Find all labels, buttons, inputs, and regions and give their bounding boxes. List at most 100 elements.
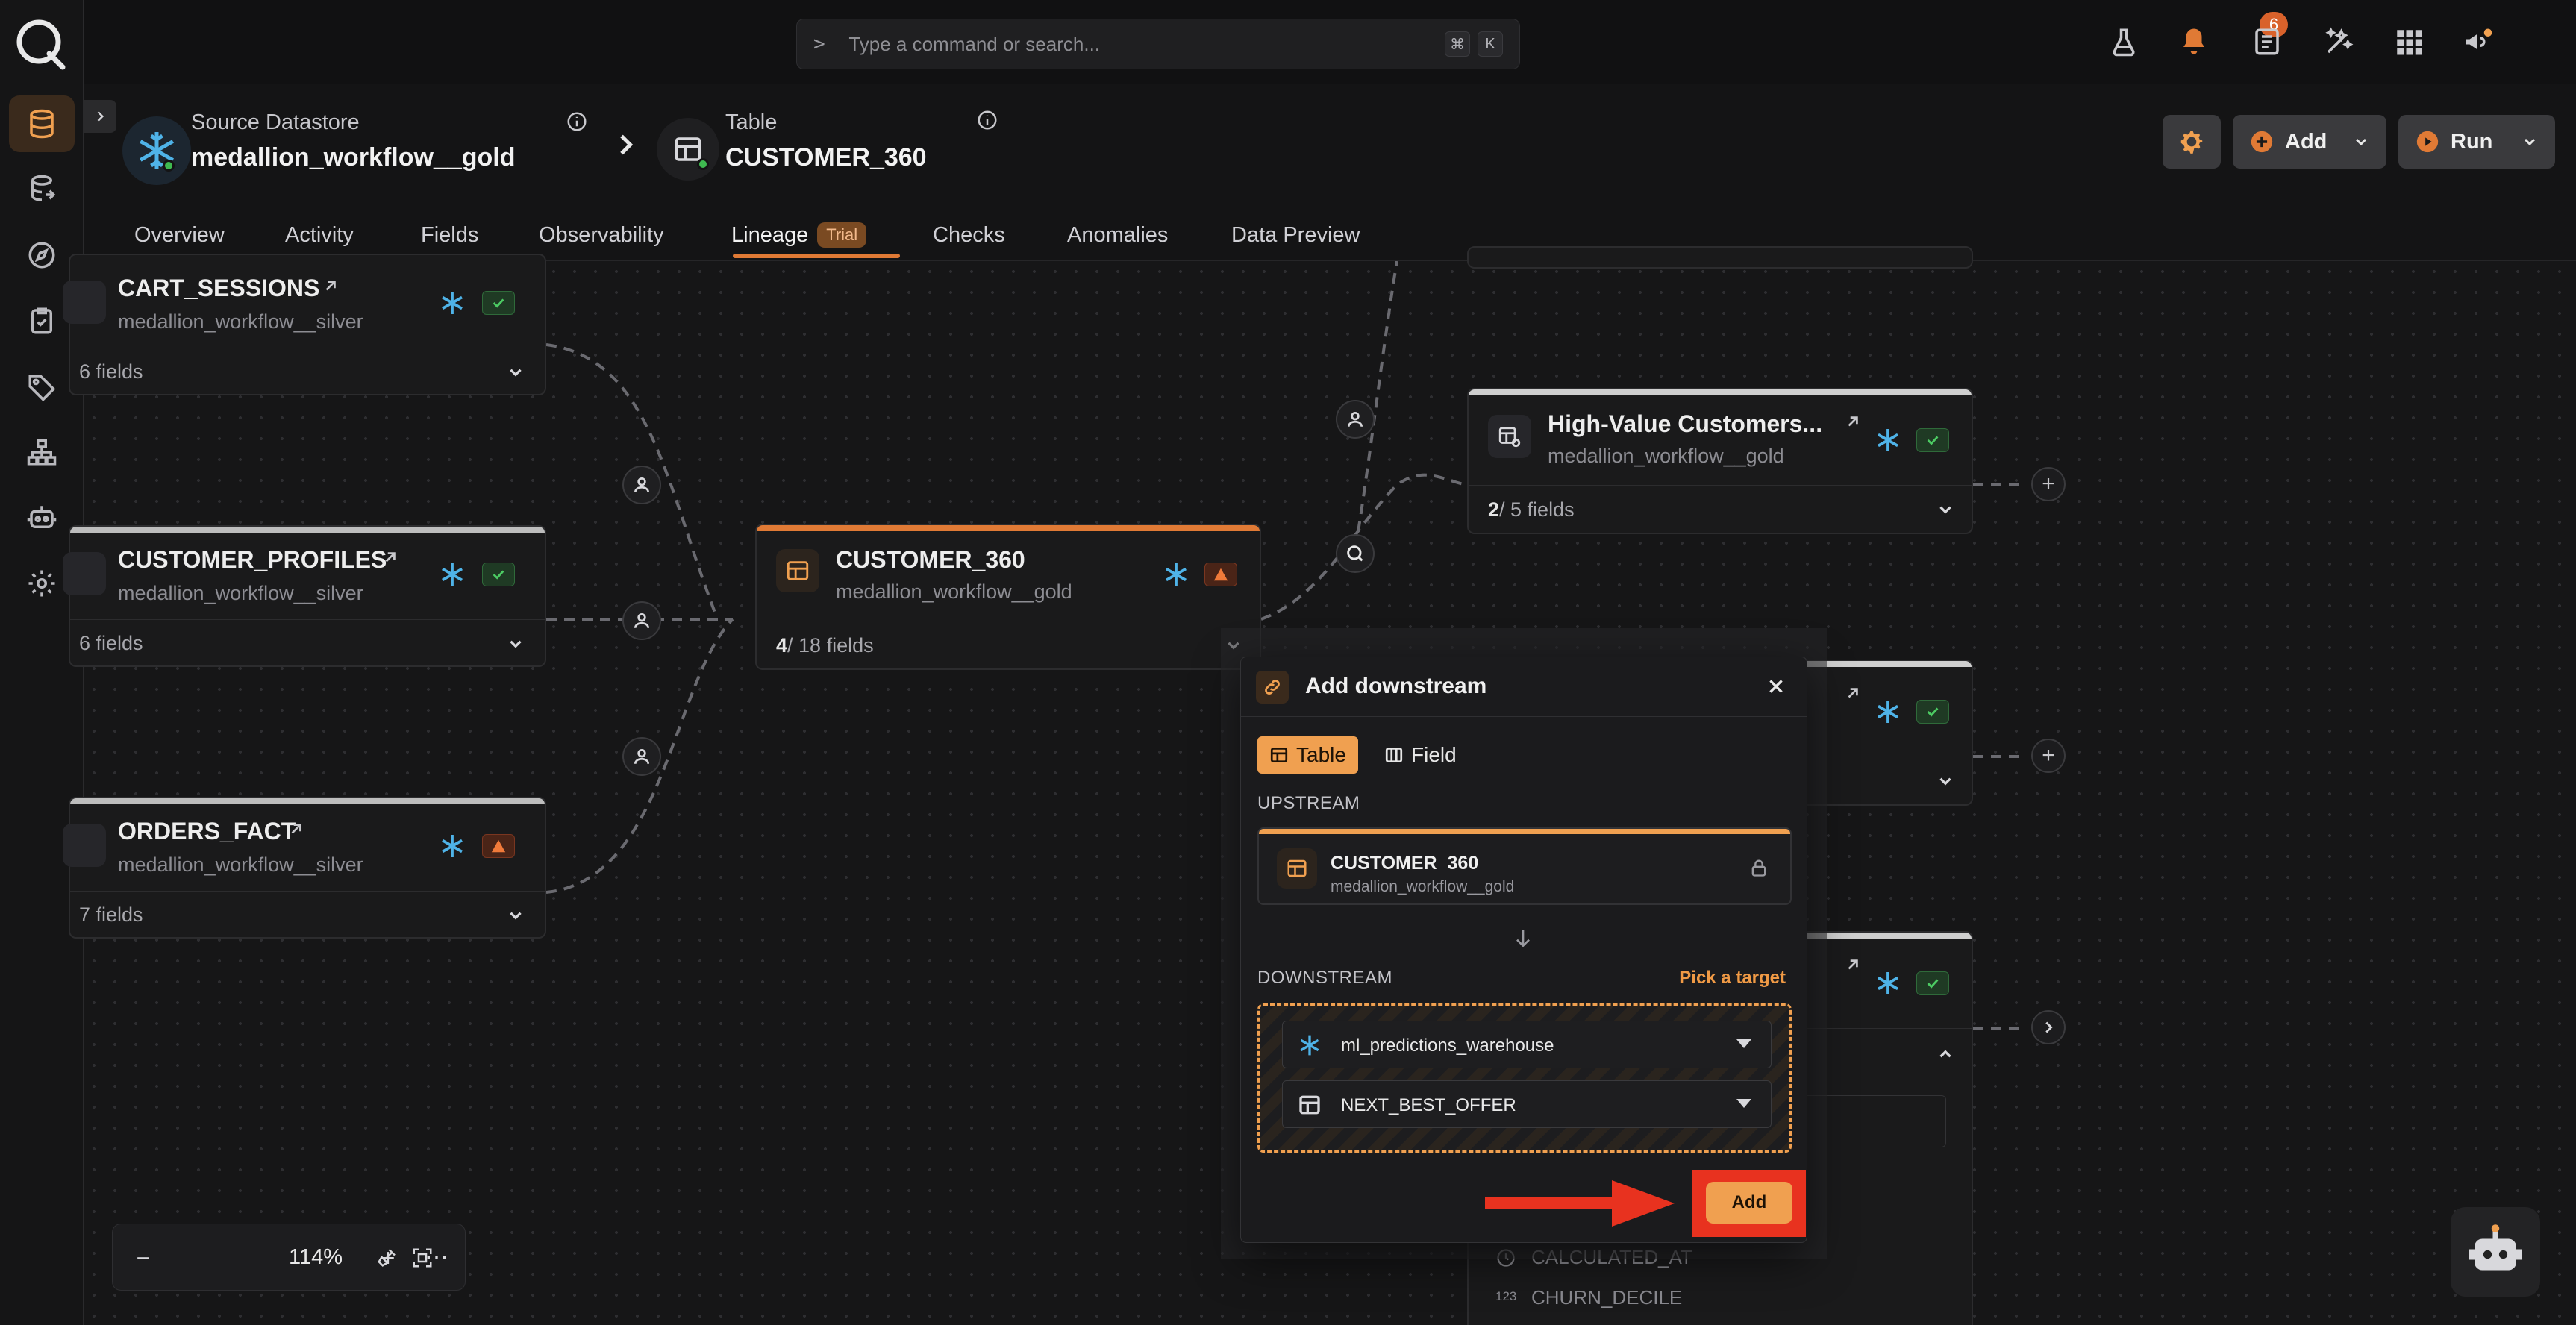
- chevron-down-icon[interactable]: [1936, 771, 1955, 791]
- rail-datastores-icon[interactable]: [9, 95, 75, 152]
- dialog-header: Add downstream: [1241, 657, 1807, 717]
- user-edge-icon[interactable]: [622, 737, 661, 776]
- node-high-value-customers[interactable]: High-Value Customers... medallion_workfl…: [1467, 388, 1973, 534]
- snowflake-icon: [442, 292, 463, 314]
- external-link-icon[interactable]: [1843, 683, 1863, 703]
- table-grid-icon: [63, 552, 106, 595]
- user-edge-icon[interactable]: [622, 601, 661, 640]
- node-fields[interactable]: 6 fields: [70, 348, 545, 395]
- megaphone-icon[interactable]: [2454, 18, 2501, 66]
- flask-icon[interactable]: [2100, 18, 2148, 66]
- breadcrumb-chevron-icon: [620, 134, 634, 155]
- external-link-icon[interactable]: [381, 548, 400, 567]
- external-link-icon[interactable]: [1843, 412, 1863, 431]
- upstream-datastore: medallion_workflow__gold: [1331, 878, 1515, 895]
- rail-agent-icon[interactable]: [9, 489, 75, 546]
- node-cart-sessions[interactable]: CART_SESSIONS medallion_workflow__silver…: [63, 254, 546, 395]
- node-fields[interactable]: 4 / 18 fields: [757, 621, 1260, 670]
- node-title: CUSTOMER_360: [836, 546, 1025, 573]
- expand-chevron-right-icon[interactable]: [2031, 1010, 2066, 1044]
- broom-icon[interactable]: [370, 1240, 404, 1274]
- snowflake-icon: [442, 563, 463, 586]
- node-fields[interactable]: 2 / 5 fields: [1469, 485, 1972, 534]
- more-options-icon[interactable]: ⋯: [419, 1240, 454, 1274]
- qualytics-edge-icon[interactable]: [1336, 534, 1375, 573]
- sidebar-expand-button[interactable]: [84, 100, 116, 133]
- rail-enrichment-icon[interactable]: [9, 161, 75, 218]
- magic-wand-icon[interactable]: [2315, 18, 2363, 66]
- assistant-robot-icon[interactable]: [2451, 1207, 2540, 1297]
- trial-badge: Trial: [817, 222, 867, 248]
- warning-icon: [1204, 563, 1237, 586]
- notes-icon[interactable]: [2243, 18, 2291, 66]
- chevron-up-icon[interactable]: [1936, 1044, 1955, 1064]
- node-orders-fact[interactable]: ORDERS_FACT medallion_workflow__silver 7…: [63, 797, 546, 939]
- node-customer-360[interactable]: CUSTOMER_360 medallion_workflow__gold 4 …: [755, 524, 1261, 670]
- apps-grid-icon[interactable]: [2385, 18, 2433, 66]
- table-grid-icon: [1299, 1095, 1320, 1115]
- gear-icon: [2180, 131, 2203, 154]
- expand-plus-icon[interactable]: +: [2031, 739, 2066, 773]
- table-select[interactable]: NEXT_BEST_OFFER: [1282, 1080, 1772, 1128]
- table-name: CUSTOMER_360: [725, 143, 927, 172]
- tab-observability[interactable]: Observability: [539, 209, 664, 261]
- node-datastore: medallion_workflow__silver: [118, 310, 363, 333]
- zoom-in-icon[interactable]: [259, 1241, 293, 1275]
- external-link-icon[interactable]: [1843, 955, 1863, 974]
- tab-anomalies[interactable]: Anomalies: [1067, 209, 1168, 261]
- check-passed-icon: [482, 291, 515, 315]
- app-logo-icon[interactable]: [10, 13, 70, 73]
- node-fields[interactable]: 7 fields: [70, 891, 545, 939]
- node-title: CART_SESSIONS: [118, 275, 320, 301]
- chevron-down-icon: [2524, 138, 2536, 146]
- dialog-title: Add downstream: [1305, 674, 1487, 698]
- chevron-down-icon[interactable]: [506, 906, 525, 925]
- rail-hierarchy-icon[interactable]: [9, 424, 75, 480]
- fields-selected: 2: [1488, 498, 1500, 521]
- table-info-icon[interactable]: [976, 109, 998, 131]
- user-edge-icon[interactable]: [1336, 400, 1375, 439]
- fields-total: / 5 fields: [1499, 498, 1575, 521]
- expand-plus-icon[interactable]: +: [2031, 467, 2066, 501]
- chevron-down-icon[interactable]: [1936, 500, 1955, 519]
- node-customer-profiles[interactable]: CUSTOMER_PROFILES medallion_workflow__si…: [63, 525, 546, 667]
- datastore-select-value: ml_predictions_warehouse: [1341, 1036, 1554, 1056]
- datastore-name[interactable]: medallion_workflow__gold: [191, 143, 516, 172]
- add-downstream-button[interactable]: Add: [1706, 1182, 1792, 1224]
- node-top-bar: [70, 527, 545, 533]
- close-icon[interactable]: [1762, 672, 1790, 701]
- add-menu-label: Add: [2285, 129, 2328, 154]
- upstream-table-card: CUSTOMER_360 medallion_workflow__gold: [1257, 827, 1792, 905]
- run-menu-button[interactable]: Run: [2398, 115, 2555, 169]
- tab-data-preview[interactable]: Data Preview: [1231, 209, 1360, 261]
- tab-checks[interactable]: Checks: [933, 209, 1005, 261]
- rail-tags-icon[interactable]: [9, 358, 75, 415]
- check-passed-icon: [482, 563, 515, 586]
- top-bar: >_ Type a command or search... ⌘ K 6 JA: [84, 0, 2576, 84]
- datastore-info-icon[interactable]: [566, 110, 588, 133]
- bell-icon[interactable]: [2170, 18, 2218, 66]
- zoom-out-icon[interactable]: −: [126, 1241, 160, 1275]
- segment-field[interactable]: Field: [1372, 736, 1469, 774]
- datastore-select[interactable]: ml_predictions_warehouse: [1282, 1021, 1772, 1068]
- settings-button[interactable]: [2163, 115, 2221, 169]
- zoom-toolbar: − 114% +: [112, 1224, 466, 1291]
- chevron-down-icon[interactable]: [506, 634, 525, 654]
- node-top-bar: [757, 525, 1260, 531]
- table-label: Table: [725, 110, 778, 134]
- add-menu-button[interactable]: Add: [2233, 115, 2386, 169]
- shortcut-k-key: K: [1478, 31, 1503, 57]
- chevron-down-icon[interactable]: [506, 363, 525, 382]
- rail-explore-icon[interactable]: [9, 227, 75, 284]
- caret-down-icon: [1736, 1099, 1751, 1108]
- pick-target-hint: Pick a target: [1679, 968, 1786, 988]
- segment-table-label: Table: [1296, 743, 1346, 766]
- user-edge-icon[interactable]: [622, 466, 661, 504]
- external-link-icon[interactable]: [321, 276, 340, 295]
- segment-table[interactable]: Table: [1257, 736, 1358, 774]
- node-partial-top: [1467, 246, 1973, 269]
- arrow-down-icon: [1516, 930, 1530, 947]
- node-fields[interactable]: 6 fields: [70, 619, 545, 667]
- command-search[interactable]: >_ Type a command or search... ⌘ K: [796, 19, 1520, 69]
- external-link-icon[interactable]: [287, 819, 306, 839]
